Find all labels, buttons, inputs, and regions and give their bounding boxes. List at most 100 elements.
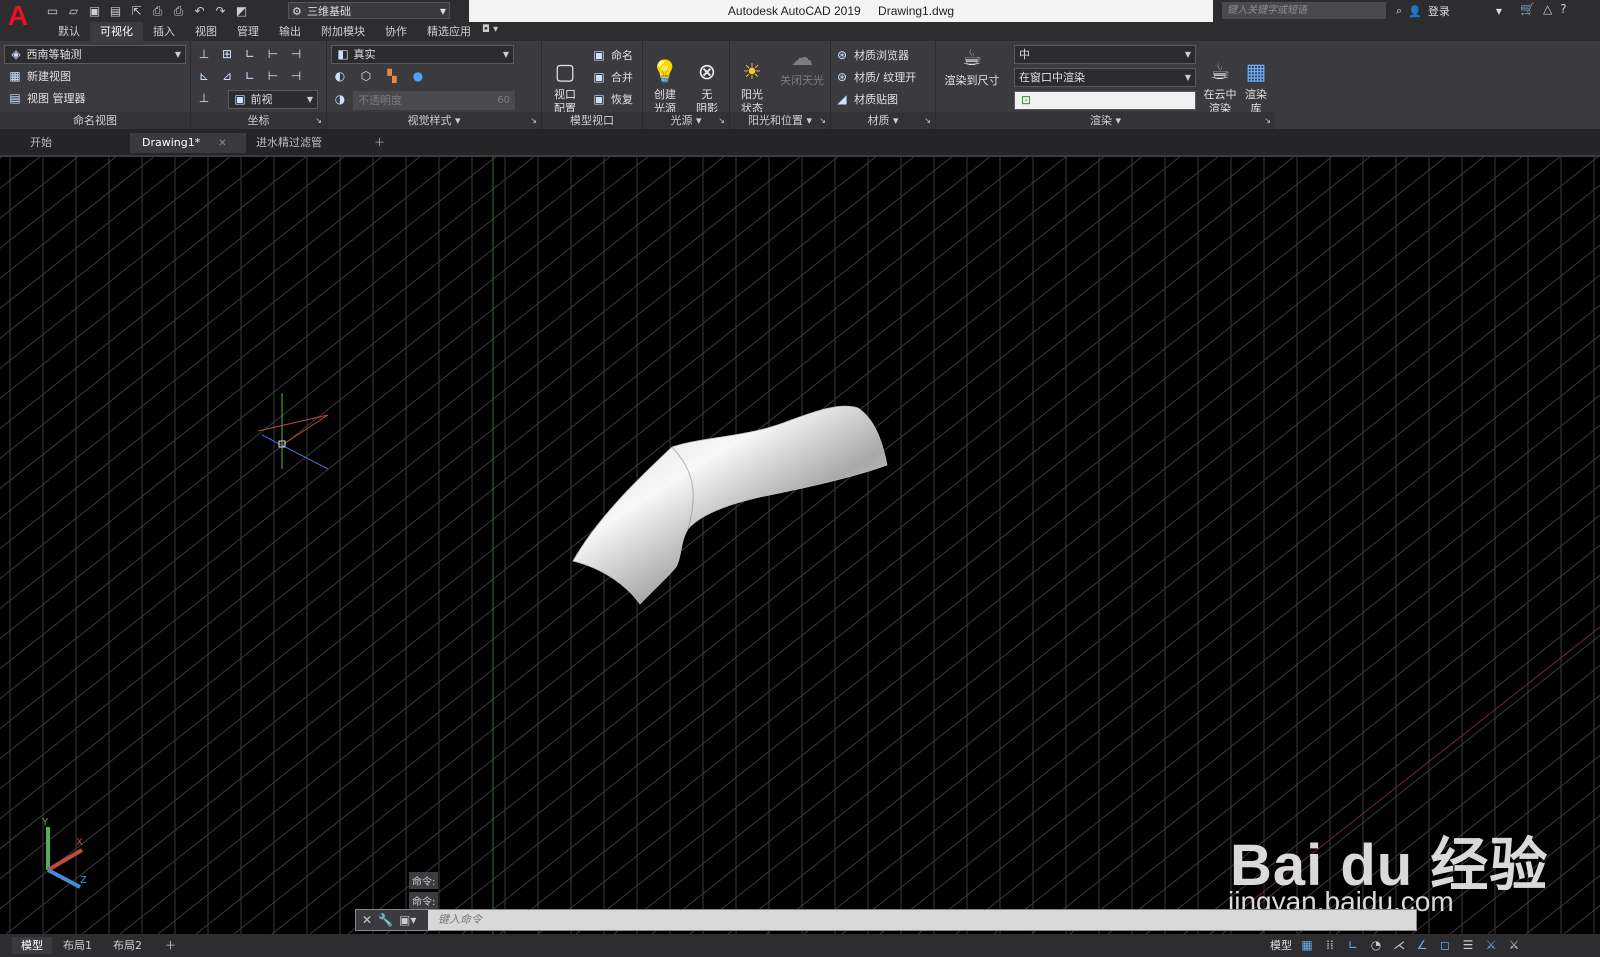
signin-button[interactable]: 登录 [1428,3,1450,19]
panel-launcher-icon[interactable]: ↘ [1264,112,1271,129]
panel-launcher-icon[interactable]: ↘ [924,112,931,129]
tab-featured-apps[interactable]: 精选应用 [417,22,481,41]
tab-addins[interactable]: 附加模块 [311,22,375,41]
render-quality-combo[interactable]: 中 ▼ [1014,45,1196,64]
command-input[interactable]: 键入命令 [438,910,482,930]
visual-style-combo[interactable]: ◧ 真实 ▼ [331,45,514,64]
tab-start[interactable]: 开始 [18,133,64,153]
lineweight-icon[interactable]: ☰ [1460,937,1476,953]
snap-icon[interactable]: ⁞⁞ [1322,937,1338,953]
tab-default[interactable]: 默认 [48,22,90,41]
named-viewports-button[interactable]: ▣ 命名 [592,47,633,63]
new-file-icon[interactable]: ▭ [44,3,61,20]
no-shadow-button[interactable]: ⊗ 无 阴影 [687,46,727,116]
ucs-y-icon[interactable]: ⊣ [289,47,303,61]
join-viewports-button[interactable]: ▣ 合并 [592,69,633,85]
close-icon[interactable]: ✕ [218,138,226,149]
help-icon[interactable]: ? [1560,2,1566,16]
material-texture-button[interactable]: ⊛ 材质/ 纹理开 [835,69,916,85]
application-menu-button[interactable]: A [0,0,36,36]
ucs-3point-icon[interactable]: ⊢ [266,69,280,83]
opacity-icon[interactable]: ◑ [333,92,347,106]
chevron-down-icon[interactable]: ▼ [1496,7,1502,16]
wrench-icon[interactable]: 🔧 [378,913,393,927]
panel-launcher-icon[interactable]: ↘ [819,112,826,129]
workspace-dropdown[interactable]: ⚙ 三维基础 ▼ [288,2,450,19]
layout-tab-2[interactable]: 布局2 [104,937,151,954]
tab-manage[interactable]: 管理 [227,22,269,41]
tab-drawing1[interactable]: Drawing1* ✕ [130,133,246,153]
face-style-icon[interactable]: ⬡ [359,69,373,83]
render-in-cloud-button[interactable]: ☕ 在云中 渲染 [1200,46,1240,116]
object-snap-tracking-icon[interactable]: ∠ [1414,937,1430,953]
recent-commands-icon[interactable]: ▣▾ [399,913,416,927]
material-mapping-label: 材质贴图 [854,93,898,106]
ucs-x-icon[interactable]: ⊢ [266,47,280,61]
material-browser-button[interactable]: ⊛ 材质浏览器 [835,47,909,63]
ribbon-display-toggle-icon[interactable]: ◘ ▾ [482,24,498,35]
autodesk-a360-icon[interactable]: △ [1543,2,1552,16]
ucs-combo[interactable]: ▣ 前视 ▼ [228,90,318,109]
object-snap-icon[interactable]: ◻ [1437,937,1453,953]
edge-effects-icon[interactable]: ◐ [333,69,347,83]
binoculars-icon[interactable]: ⌕ [1396,4,1402,18]
material-mapping-button[interactable]: ◢ 材质贴图 [835,91,898,107]
render-output-field[interactable]: ⊡ [1014,91,1196,110]
panel-launcher-icon[interactable]: ↘ [530,112,537,129]
layout-tab-model[interactable]: 模型 [12,937,52,954]
new-tab-button[interactable]: ＋ [362,133,397,153]
isodraft-icon[interactable]: ⋌ [1391,937,1407,953]
tab-insert[interactable]: 插入 [143,22,185,41]
color-icon[interactable]: ▚ [385,69,399,83]
restore-viewports-button[interactable]: ▣ 恢复 [592,91,633,107]
add-layout-button[interactable]: ＋ [156,937,185,954]
model-space-button[interactable]: 模型 [1270,937,1292,953]
viewport-config-button[interactable]: ▢ 视口 配置 [544,46,586,116]
undo-icon[interactable]: ↶ [191,3,208,20]
auto-scale-icon[interactable]: ⚔ [1506,937,1522,953]
named-viewports-label: 命名 [611,49,633,62]
panel-launcher-icon[interactable]: ↘ [315,112,322,129]
new-view-button[interactable]: ▦ 新建视图 [8,68,71,84]
ucs-origin-icon[interactable]: ∟ [243,47,257,61]
render-in-combo[interactable]: 在窗口中渲染 ▼ [1014,68,1196,87]
ucs-object-icon[interactable]: ⊿ [220,69,234,83]
save-as-icon[interactable]: ▤ [107,3,124,20]
tab-output[interactable]: 输出 [269,22,311,41]
help-search-input[interactable]: 键入关键字或短语 [1222,2,1386,19]
render-gallery-button[interactable]: ▦ 渲染 库 [1238,46,1274,116]
sun-status-button[interactable]: ☀ 阳光 状态 [732,46,772,116]
save-icon[interactable]: ▣ [86,3,103,20]
export-icon[interactable]: ⇱ [128,3,145,20]
grid-icon[interactable]: ▦ [1299,937,1315,953]
tab-visualize[interactable]: 可视化 [90,22,143,41]
opacity-slider[interactable]: 不透明度 60 [353,91,515,110]
ucs-view-icon[interactable]: ⊾ [197,69,211,83]
sky-off-button[interactable]: ☁ 关闭天光 [774,46,830,88]
ucs-world-icon[interactable]: ⊞ [220,47,234,61]
ortho-icon[interactable]: ∟ [1345,937,1361,953]
ucs-icon[interactable]: ⊥ [197,47,211,61]
layout-tab-1[interactable]: 布局1 [54,937,101,954]
match-properties-icon[interactable]: ◩ [233,3,250,20]
ucs-named-icon[interactable]: ⊥ [197,91,211,105]
view-manager-button[interactable]: ▤ 视图 管理器 [8,90,85,106]
open-file-icon[interactable]: ▱ [65,3,82,20]
create-light-button[interactable]: 💡 创建 光源 [645,46,685,116]
annotation-visibility-icon[interactable]: ⚔ [1483,937,1499,953]
tab-inlet-filter[interactable]: 进水精过滤管✕ [244,133,360,169]
ucs-z-icon[interactable]: ⊣ [289,69,303,83]
plot-icon[interactable]: ⎙ [170,3,187,20]
tab-collaborate[interactable]: 协作 [375,22,417,41]
redo-icon[interactable]: ↷ [212,3,229,20]
publish-icon[interactable]: ⎙ [149,3,166,20]
cart-icon[interactable]: 🛒 [1520,2,1535,16]
view-combo[interactable]: ◈ 西南等轴测 ▼ [4,45,186,64]
ucs-face-icon[interactable]: ∟ [243,69,257,83]
panel-launcher-icon[interactable]: ↘ [718,112,725,129]
polar-icon[interactable]: ◔ [1368,937,1384,953]
tab-view[interactable]: 视图 [185,22,227,41]
xray-icon[interactable]: ● [411,69,425,83]
render-to-size-button[interactable]: ☕ 渲染到尺寸 [940,46,1004,88]
close-icon[interactable]: ✕ [362,913,372,927]
